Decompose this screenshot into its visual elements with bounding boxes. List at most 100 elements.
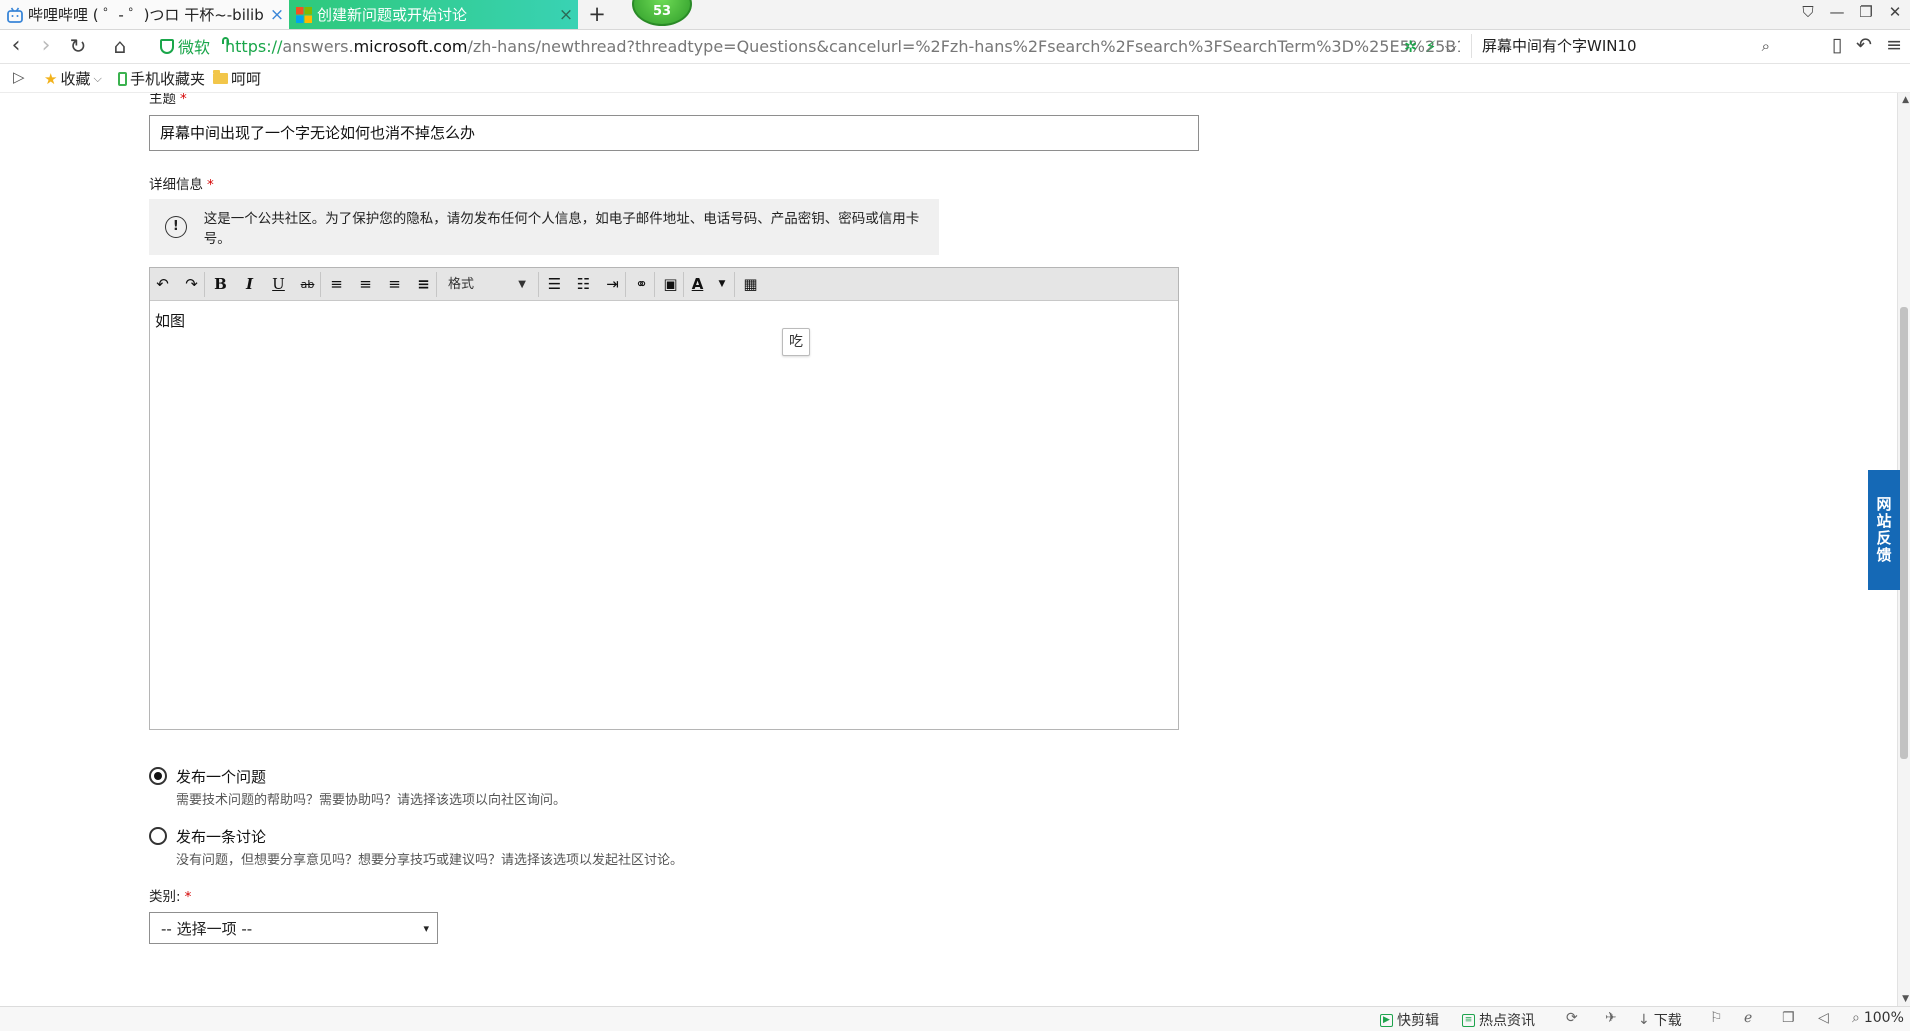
- sound-icon[interactable]: ◁: [1818, 1010, 1829, 1026]
- bookmark-favorites[interactable]: ★ 收藏 ⌵: [44, 68, 102, 89]
- chevron-down-icon: ⌵: [93, 71, 102, 85]
- editor-content[interactable]: 如图: [155, 310, 185, 331]
- page-content: 主题 * 屏幕中间出现了一个字无论如何也消不掉怎么办 详细信息 * ! 这是一个公共…: [0, 93, 1898, 1006]
- option-description: 没有问题，但想要分享意见吗？想要分享技巧或建议吗？请选择该选项以发起社区讨论。: [176, 853, 684, 868]
- details-label: 详细信息 *: [149, 177, 214, 193]
- font-color-icon[interactable]: A: [685, 272, 710, 297]
- strikethrough-button[interactable]: ab: [295, 272, 321, 297]
- tab-bilibili[interactable]: 哔哩哔哩 ( ゜- ゜)つロ 干杯~-bilibili ×: [0, 0, 290, 29]
- italic-button[interactable]: I: [237, 272, 262, 297]
- option-text: 发布一个问题 需要技术问题的帮助吗？需要协助吗？请选择该选项以向社区询问。: [176, 766, 566, 808]
- chevron-down-icon[interactable]: ⌵: [1445, 37, 1457, 57]
- site-feedback-button[interactable]: 网站反馈: [1868, 470, 1900, 590]
- tab-close-icon[interactable]: ×: [554, 5, 578, 25]
- search-box[interactable]: 屏幕中间有个字WIN10 ⌕: [1471, 34, 1778, 58]
- speed-icon[interactable]: ⚡: [1425, 37, 1436, 57]
- window-icon[interactable]: ❐: [1782, 1010, 1795, 1026]
- star-icon: ★: [44, 69, 58, 88]
- hot-news-button[interactable]: ≡ 热点资讯: [1462, 1010, 1535, 1030]
- align-center-icon[interactable]: ≡: [353, 272, 378, 297]
- privacy-notice-text: 这是一个公共社区。为了保护您的隐私，请勿发布任何个人信息，如电子邮件地址、电话号…: [203, 211, 920, 247]
- extension-icon[interactable]: ✲: [1404, 37, 1417, 57]
- align-left-icon[interactable]: ≡: [324, 272, 349, 297]
- image-icon[interactable]: ▣: [658, 272, 684, 297]
- zoom-control[interactable]: ⌕ 100%: [1852, 1010, 1904, 1026]
- post-question-option[interactable]: 发布一个问题 需要技术问题的帮助吗？需要协助吗？请选择该选项以向社区询问。: [149, 766, 566, 808]
- underline-button[interactable]: U: [266, 272, 291, 297]
- table-icon[interactable]: ▦: [738, 272, 763, 297]
- close-window-button[interactable]: ✕: [1886, 3, 1904, 21]
- link-icon[interactable]: ⚭: [629, 272, 655, 297]
- category-select[interactable]: -- 选择一项 -- ▾: [149, 912, 438, 944]
- url-domain: microsoft.com: [353, 36, 468, 56]
- tab-close-icon[interactable]: ×: [265, 5, 289, 25]
- pin-icon[interactable]: ✈: [1605, 1010, 1617, 1026]
- bilibili-icon: [7, 7, 23, 23]
- minimize-button[interactable]: —: [1828, 3, 1846, 21]
- redo-icon[interactable]: ↷: [179, 272, 205, 297]
- restore-button[interactable]: ❐: [1857, 3, 1875, 21]
- back-button[interactable]: ‹: [2, 34, 30, 58]
- zoom-icon: ⌕: [1852, 1010, 1860, 1026]
- ime-indicator[interactable]: 吃: [782, 328, 810, 356]
- scrollbar-thumb[interactable]: [1900, 307, 1908, 759]
- editor-toolbar: ↶ ↷ B I U ab ≡ ≡ ≡ ≡ 格式 ▼ ☰ ☷ ⇥ ⚭ ▣ A ▼ …: [150, 268, 1178, 301]
- justify-icon[interactable]: ≡: [411, 272, 437, 297]
- search-icon[interactable]: ⌕: [1762, 34, 1770, 58]
- caret-down-icon: ▼: [518, 279, 526, 290]
- category-label: 类别: *: [149, 889, 192, 905]
- category-select-value: -- 选择一项 --: [161, 920, 253, 938]
- post-question-radio[interactable]: [149, 767, 167, 785]
- bookmark-folder[interactable]: 呵呵: [213, 68, 261, 89]
- new-tab-button[interactable]: +: [586, 2, 608, 26]
- post-discussion-option[interactable]: 发布一条讨论 没有问题，但想要分享意见吗？想要分享技巧或建议吗？请选择该选项以发…: [149, 826, 683, 868]
- bookmark-label: 呵呵: [231, 70, 262, 88]
- bookmark-mobile[interactable]: 手机收藏夹: [118, 68, 205, 89]
- numbered-list-icon[interactable]: ☷: [571, 272, 596, 297]
- site-label: 微软: [178, 38, 211, 57]
- reader-icon[interactable]: ▯: [1832, 34, 1842, 56]
- font-color-caret-icon[interactable]: ▼: [710, 272, 735, 297]
- search-input[interactable]: 屏幕中间有个字WIN10: [1482, 37, 1637, 55]
- scroll-up-icon[interactable]: ▲: [1902, 95, 1909, 105]
- download-icon: ↓: [1638, 1012, 1650, 1028]
- zoom-level: 100%: [1863, 1010, 1904, 1026]
- toolbar-right: ▯ ↶ ≡: [1832, 34, 1902, 56]
- rich-text-editor: ↶ ↷ B I U ab ≡ ≡ ≡ ≡ 格式 ▼ ☰ ☷ ⇥ ⚭ ▣ A ▼ …: [149, 267, 1179, 730]
- option-text: 发布一条讨论 没有问题，但想要分享意见吗？想要分享技巧或建议吗？请选择该选项以发…: [176, 826, 683, 868]
- forward-button[interactable]: ›: [32, 34, 60, 58]
- scroll-down-icon[interactable]: ▼: [1902, 994, 1909, 1004]
- format-dropdown[interactable]: 格式 ▼: [442, 272, 539, 297]
- tab-title: 哔哩哔哩 ( ゜- ゜)つロ 干杯~-bilibili: [28, 6, 265, 24]
- align-right-icon[interactable]: ≡: [382, 272, 407, 297]
- notification-badge[interactable]: 53: [632, 0, 692, 26]
- reload-button[interactable]: ↻: [64, 34, 92, 58]
- folder-icon: [213, 70, 228, 84]
- option-title: 发布一条讨论: [176, 828, 267, 846]
- bold-button[interactable]: B: [208, 272, 233, 297]
- window-controls: ⛉ — ❐ ✕: [1799, 3, 1904, 21]
- bookmarks-bar: ▷ ★ 收藏 ⌵ 手机收藏夹 呵呵: [0, 64, 1910, 93]
- undo-close-icon[interactable]: ↶: [1856, 34, 1872, 56]
- indent-icon[interactable]: ⇥: [600, 272, 626, 297]
- address-icons: ✲ ⚡ ⌵: [1404, 37, 1457, 57]
- required-mark: *: [180, 93, 187, 107]
- quick-clip-button[interactable]: ▶ 快剪辑: [1380, 1010, 1439, 1030]
- post-discussion-radio[interactable]: [149, 827, 167, 845]
- home-button[interactable]: ⌂: [106, 34, 134, 58]
- tab-create-question[interactable]: 创建新问题或开始讨论 ×: [289, 0, 578, 29]
- refresh-icon[interactable]: ⟳: [1566, 1010, 1578, 1026]
- skin-icon[interactable]: ⛉: [1799, 3, 1817, 21]
- address-bar[interactable]: 微软 https://answers. microsoft.com/zh-hans…: [160, 33, 1460, 59]
- subject-input[interactable]: 屏幕中间出现了一个字无论如何也消不掉怎么办: [149, 115, 1199, 151]
- download-label: 下载: [1653, 1013, 1682, 1029]
- shield-icon: [160, 38, 174, 54]
- sidebar-toggle-icon[interactable]: ▷: [13, 68, 25, 86]
- bullet-list-icon[interactable]: ☰: [542, 272, 567, 297]
- bookmark-label: 手机收藏夹: [130, 70, 206, 88]
- flag-icon[interactable]: ⚐: [1710, 1010, 1723, 1026]
- undo-icon[interactable]: ↶: [150, 272, 175, 297]
- ie-icon[interactable]: ℯ: [1744, 1010, 1752, 1026]
- download-button[interactable]: ↓ 下载: [1638, 1010, 1682, 1030]
- menu-icon[interactable]: ≡: [1886, 34, 1902, 56]
